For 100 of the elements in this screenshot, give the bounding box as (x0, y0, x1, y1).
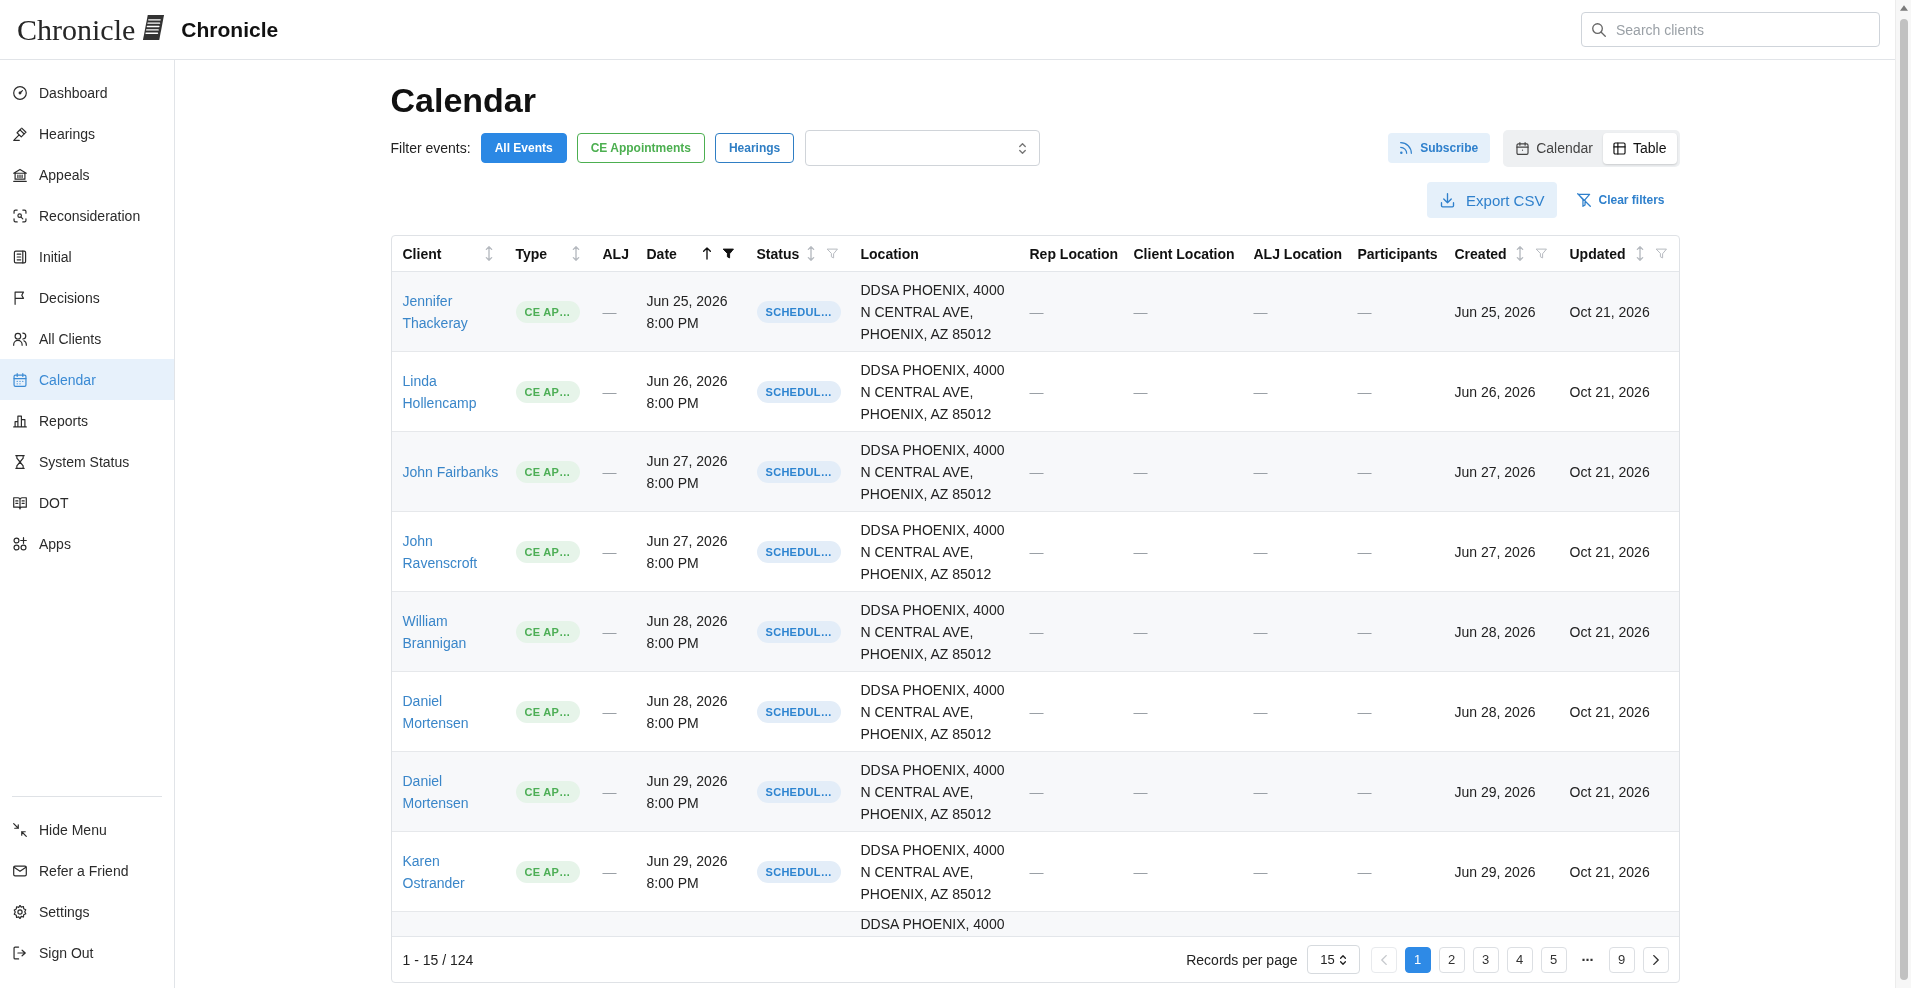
nav-item[interactable]: Hearings (0, 113, 174, 154)
view-tab[interactable]: Calendar (1506, 132, 1604, 164)
empty-value-dash: — (1357, 302, 1372, 322)
empty-value-dash: — (1133, 862, 1148, 882)
empty-value-dash: — (602, 302, 617, 322)
export-button[interactable]: Export CSV (1427, 182, 1558, 218)
clear-filters-link[interactable]: Clear filters (1577, 193, 1665, 207)
scrollbar-thumb[interactable] (1899, 19, 1908, 980)
client-name-link[interactable]: Daniel Mortensen (402, 689, 501, 734)
time-text: 8:00 PM (646, 553, 699, 573)
app-name: Chronicle (181, 17, 279, 42)
door-arrow-icon (13, 945, 27, 960)
empty-value-dash: — (602, 702, 617, 722)
column-header[interactable]: Client (402, 245, 485, 262)
inward-arrows-icon (13, 822, 27, 837)
nav-item[interactable]: Apps (0, 523, 174, 564)
nav-item[interactable]: Decisions (0, 277, 174, 318)
funnel-icon[interactable] (722, 248, 734, 259)
nav-item[interactable]: Dashboard (0, 72, 174, 113)
date-text: Jun 29, 2026 (646, 771, 728, 791)
gavel-icon (13, 126, 27, 141)
up-down-arrow-icon[interactable] (484, 246, 493, 261)
status-badge: SCHEDUL… (756, 380, 842, 403)
client-name-link[interactable]: Linda Hollencamp (402, 369, 501, 414)
empty-value-dash: — (1357, 542, 1372, 562)
empty-value-dash: — (1029, 622, 1044, 642)
column-header: Participants (1357, 245, 1439, 262)
location-text: DDSA PHOENIX, 4000 N CENTRAL AVE, PHOENIX, AZ 85012 (860, 520, 1006, 584)
up-down-arrow-icon[interactable] (806, 246, 815, 261)
column-header[interactable]: Date (646, 245, 703, 262)
up-down-arrow-icon[interactable] (571, 246, 580, 261)
filter-button[interactable]: Hearings (714, 133, 795, 163)
nav-item[interactable]: Initial (0, 236, 174, 277)
striped-page-icon (142, 13, 166, 41)
nav-item[interactable]: All Clients (0, 318, 174, 359)
page-button[interactable]: 1 (1404, 946, 1431, 973)
nav-item[interactable]: Sign Out (0, 932, 174, 973)
next-page-button[interactable] (1642, 946, 1669, 973)
date-text: Jun 26, 2026 (646, 371, 728, 391)
time-text: 8:00 PM (646, 793, 699, 813)
nav-item[interactable]: DOT (0, 482, 174, 523)
empty-value-dash: — (1357, 702, 1372, 722)
up-arrow-icon[interactable] (702, 246, 711, 261)
nav-item[interactable]: Reconsideration (0, 195, 174, 236)
client-name-link[interactable]: William Brannigan (402, 609, 501, 654)
location-text: DDSA PHOENIX, 4000 N CENTRAL AVE, PHOENIX, AZ 85012 (860, 600, 1006, 664)
empty-value-dash: — (1133, 622, 1148, 642)
nav-item[interactable]: System Status (0, 441, 174, 482)
client-name-link[interactable]: Karen Ostrander (402, 849, 501, 894)
page-button[interactable]: 4 (1506, 946, 1533, 973)
client-name-link[interactable]: John Fairbanks (402, 460, 499, 483)
record-range-text: 1 - 15 / 124 (402, 951, 474, 968)
column-header: ALJ Location (1253, 245, 1343, 262)
empty-value-dash: — (1357, 622, 1372, 642)
filter-button[interactable]: All Events (480, 133, 567, 163)
empty-value-dash: — (602, 782, 617, 802)
view-tab[interactable]: Table (1603, 132, 1677, 164)
triangle-up-icon[interactable] (1899, 5, 1908, 11)
nav-item[interactable]: Refer a Friend (0, 850, 174, 891)
time-text: 8:00 PM (646, 713, 699, 733)
page-button[interactable]: 3 (1472, 946, 1499, 973)
column-header[interactable]: Updated (1569, 245, 1636, 262)
empty-value-dash: — (602, 382, 617, 402)
up-down-arrow-icon[interactable] (1515, 246, 1524, 261)
client-name-link[interactable]: John Ravenscroft (402, 529, 501, 574)
type-badge: CE AP… (515, 620, 580, 643)
column-header: Rep Location (1029, 245, 1119, 262)
circles-plus-icon (13, 536, 27, 551)
page-button[interactable]: 2 (1438, 946, 1465, 973)
client-name-link[interactable]: Jennifer Thackeray (402, 289, 501, 334)
page-button[interactable]: 5 (1540, 946, 1567, 973)
date-text: Jun 27, 2026 (646, 531, 728, 551)
created-date: Jun 27, 2026 (1454, 542, 1536, 562)
bar-chart-icon (13, 413, 27, 428)
updated-date: Oct 21, 2026 (1569, 542, 1650, 562)
up-down-arrow-icon[interactable] (1635, 246, 1644, 261)
empty-value-dash: — (1253, 702, 1268, 722)
subscribe-button[interactable]: Subscribe (1388, 133, 1491, 163)
status-badge: SCHEDUL… (756, 540, 842, 563)
per-page-select[interactable]: 15 (1306, 945, 1360, 974)
nav-item[interactable]: Settings (0, 891, 174, 932)
search-field[interactable]: Search clients (1581, 12, 1880, 47)
client-name-link[interactable]: Daniel Mortensen (402, 769, 501, 814)
open-book-icon (13, 495, 27, 510)
column-header[interactable]: Type (515, 245, 572, 262)
type-badge: CE AP… (515, 700, 580, 723)
column-header[interactable]: Status (756, 245, 807, 262)
location-text: DDSA PHOENIX, 4000 (860, 915, 1005, 934)
nav-item[interactable]: Reports (0, 400, 174, 441)
nav-item[interactable]: Appeals (0, 154, 174, 195)
event-select[interactable] (805, 130, 1041, 166)
location-text: DDSA PHOENIX, 4000 N CENTRAL AVE, PHOENIX, AZ 85012 (860, 440, 1006, 504)
scan-icon (13, 208, 27, 223)
column-header[interactable]: Created (1454, 245, 1516, 262)
location-text: DDSA PHOENIX, 4000 N CENTRAL AVE, PHOENIX, AZ 85012 (860, 360, 1006, 424)
nav-item[interactable]: Hide Menu (0, 809, 174, 850)
users-icon (13, 331, 27, 346)
calendar-icon (1516, 141, 1530, 155)
status-badge: SCHEDUL… (756, 700, 842, 723)
page-button[interactable]: 9 (1608, 946, 1635, 973)
